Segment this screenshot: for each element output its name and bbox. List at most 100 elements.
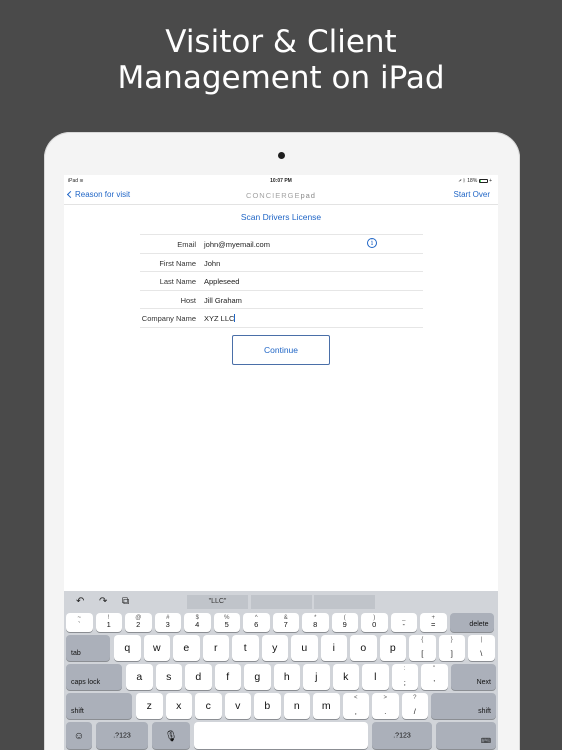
info-icon[interactable]: i — [367, 238, 377, 248]
key-p[interactable]: p — [379, 635, 406, 661]
key-label: Next — [476, 679, 491, 686]
key-3[interactable]: #3 — [154, 613, 181, 632]
key-main-char: / — [413, 707, 416, 716]
continue-button[interactable]: Continue — [232, 335, 330, 365]
key-e[interactable]: e — [173, 635, 200, 661]
key-punct-r3-1[interactable]: " ' — [421, 664, 448, 690]
key-i[interactable]: i — [320, 635, 347, 661]
key-0[interactable]: ) 0 — [361, 613, 388, 632]
first-name-row[interactable]: First Name John — [140, 254, 423, 272]
key-a[interactable]: a — [126, 664, 153, 690]
key-v[interactable]: v — [224, 693, 251, 719]
undo-icon[interactable]: ↶ — [76, 596, 84, 607]
ipad-screen: iPad ≋ 10:07 PM ➚ ᛒ 18% + Reason for vis… — [64, 175, 498, 750]
last-name-field[interactable]: Appleseed — [204, 277, 239, 286]
key-main-char: \ — [480, 649, 483, 658]
emoji-key[interactable]: ☺ — [66, 722, 92, 749]
key-l[interactable]: l — [362, 664, 389, 690]
key-punct-r3-0[interactable]: :; — [391, 664, 418, 690]
key-u[interactable]: u — [291, 635, 318, 661]
tab-key[interactable]: tab — [66, 635, 110, 661]
hide-keyboard-key[interactable]: ⌨ — [436, 722, 496, 749]
suggestion-1[interactable]: "LLC" — [187, 595, 248, 609]
key-z[interactable]: z — [136, 693, 163, 719]
key-`[interactable]: ~ ` — [66, 613, 93, 632]
key-label: e — [183, 642, 190, 654]
key-m[interactable]: m — [313, 693, 340, 719]
numbers-key-left[interactable]: .?123 — [96, 722, 148, 749]
key-1[interactable]: ! 1 — [95, 613, 122, 632]
last-name-row[interactable]: Last Name Appleseed — [140, 272, 423, 291]
promo-headline-line2: Management on iPad — [117, 60, 445, 96]
key-r[interactable]: r — [202, 635, 229, 661]
key-main-char: 6 — [254, 620, 259, 629]
key-main-char: 5 — [224, 620, 229, 629]
key-=[interactable]: + = — [420, 613, 447, 632]
shift-left-key[interactable]: shift — [66, 693, 132, 719]
first-name-label: First Name — [159, 258, 196, 268]
key-9[interactable]: (9 — [331, 613, 358, 632]
key-q[interactable]: q — [114, 635, 141, 661]
key-o[interactable]: o — [350, 635, 377, 661]
key-6[interactable]: ^ 6 — [243, 613, 270, 632]
key-d[interactable]: d — [185, 664, 212, 690]
key-k[interactable]: k — [332, 664, 359, 690]
numbers-key-right[interactable]: .?123 — [372, 722, 432, 749]
company-name-field[interactable]: XYZ LLC — [204, 314, 236, 323]
key--[interactable]: _ - — [390, 613, 417, 632]
host-row[interactable]: Host Jill Graham — [140, 291, 423, 309]
key-label: b — [264, 700, 271, 712]
key-punct-r4-2[interactable]: ? / — [401, 693, 428, 719]
key-label: y — [272, 642, 278, 654]
key-n[interactable]: n — [283, 693, 310, 719]
caps-lock-key[interactable]: caps lock — [66, 664, 122, 690]
key-punct-r4-0[interactable]: <, — [342, 693, 369, 719]
key-c[interactable]: c — [195, 693, 222, 719]
dictation-key[interactable]: 🎙 — [152, 722, 190, 749]
key-f[interactable]: f — [214, 664, 241, 690]
key-s[interactable]: s — [155, 664, 182, 690]
redo-icon[interactable]: ↷ — [99, 596, 107, 607]
key-b[interactable]: b — [254, 693, 281, 719]
key-label: delete — [469, 621, 489, 628]
key-7[interactable]: & 7 — [272, 613, 299, 632]
next-key[interactable]: Next — [450, 664, 496, 690]
key-t[interactable]: t — [232, 635, 259, 661]
key-y[interactable]: y — [261, 635, 288, 661]
nav-bar: Reason for visit CONCIERGEpad Start Over — [64, 187, 498, 205]
key-w[interactable]: w — [143, 635, 170, 661]
suggestion-3[interactable] — [314, 595, 375, 609]
key-main-char: = — [431, 620, 436, 629]
bluetooth-icon: ᛒ — [462, 178, 466, 184]
key-5[interactable]: % 5 — [213, 613, 240, 632]
company-name-row[interactable]: Company Name XYZ LLC — [140, 309, 423, 328]
key-alt-char: " — [433, 666, 436, 672]
start-over-button[interactable]: Start Over — [454, 190, 490, 199]
key-punct-r4-1[interactable]: >. — [372, 693, 399, 719]
charging-icon: + — [489, 178, 492, 184]
space-bar[interactable] — [194, 722, 368, 749]
key-8[interactable]: * 8 — [302, 613, 329, 632]
key-punct-2[interactable]: | \ — [468, 635, 495, 661]
first-name-field[interactable]: John — [204, 259, 220, 268]
scan-drivers-license-link[interactable]: Scan Drivers License — [64, 212, 498, 222]
shift-right-key[interactable]: shift — [431, 693, 496, 719]
paste-icon[interactable]: ⧉ — [122, 596, 129, 607]
key-h[interactable]: h — [273, 664, 300, 690]
host-field[interactable]: Jill Graham — [204, 296, 242, 305]
key-j[interactable]: j — [303, 664, 330, 690]
delete-key[interactable]: delete — [449, 613, 494, 632]
key-g[interactable]: g — [244, 664, 271, 690]
email-row[interactable]: Email john@myemail.com i — [140, 235, 423, 254]
key-label: 🎙 — [164, 730, 178, 742]
key-label: x — [176, 700, 182, 712]
key-label: l — [374, 671, 377, 683]
location-icon: ➚ — [458, 178, 462, 184]
key-4[interactable]: $4 — [184, 613, 211, 632]
key-x[interactable]: x — [165, 693, 192, 719]
email-field[interactable]: john@myemail.com — [204, 240, 270, 249]
key-punct-0[interactable]: {[ — [409, 635, 436, 661]
key-punct-1[interactable]: }] — [438, 635, 465, 661]
suggestion-2[interactable] — [251, 595, 312, 609]
key-2[interactable]: @2 — [125, 613, 152, 632]
